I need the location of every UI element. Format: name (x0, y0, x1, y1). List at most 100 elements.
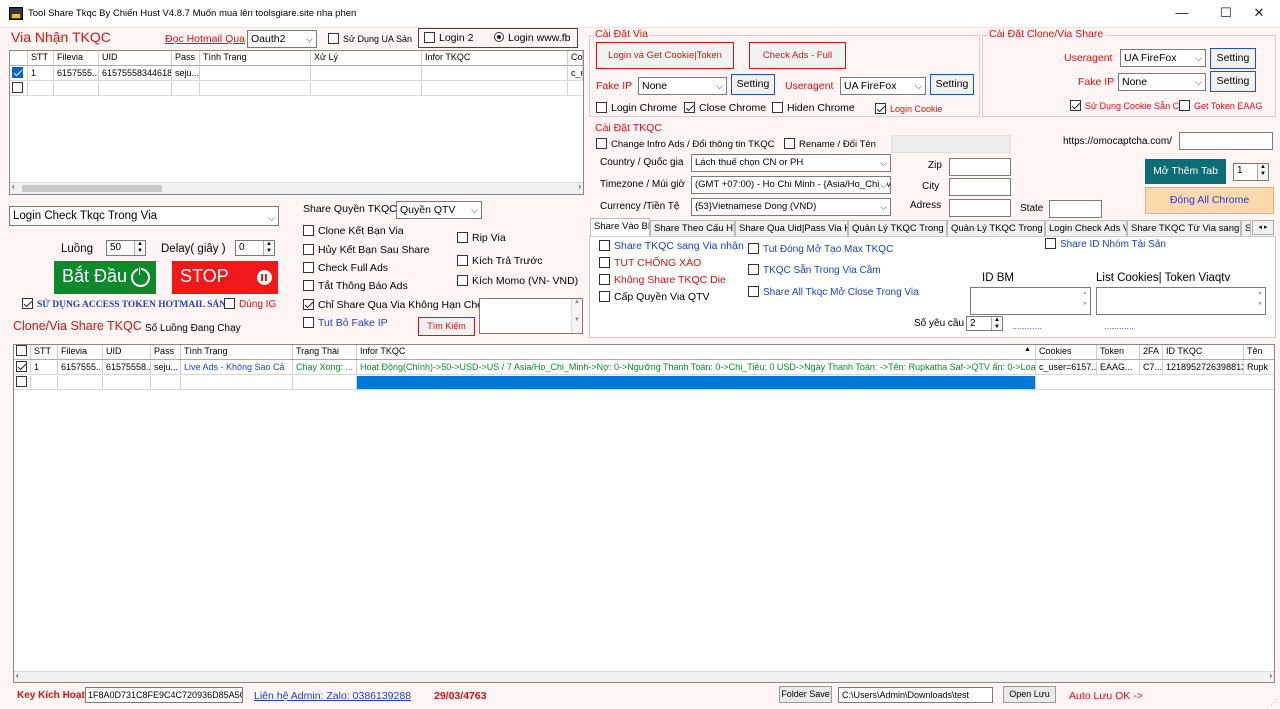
timezone-select[interactable]: (GMT +07:00) - Ho Chi Minh - {Asia/Ho_Ch… (691, 176, 891, 194)
sort-up-icon[interactable]: ▲ (1024, 346, 1031, 353)
key-input[interactable]: 1F8A0D731C8FE9C4C720936D85A5C21F (85, 687, 243, 703)
tab-share-vao-bm[interactable]: Share Vào BM (590, 218, 650, 236)
share-tkqc-via-nhan-checkbox[interactable]: Share TKQC sang Via nhận (599, 240, 744, 252)
selected-cell[interactable] (357, 376, 1036, 389)
spinner-arrows-icon[interactable]: ▲ ▼ (991, 317, 1002, 330)
rename-input[interactable] (891, 135, 1011, 153)
minimize-button[interactable]: — (1167, 4, 1197, 24)
tab-share-via-sang-via[interactable]: Share TKQC Từ Via sang Via (1127, 220, 1241, 236)
mo-them-tab-button[interactable]: Mở Thêm Tab (1145, 159, 1226, 184)
spinner-arrows-icon[interactable]: ▲ ▼ (263, 241, 274, 255)
table-row[interactable]: 1 6157555... 61575558... seju... Live Ad… (14, 361, 1274, 375)
resize-grip-icon[interactable]: ⋰ (1270, 698, 1278, 707)
tat-thong-bao-checkbox[interactable]: Tắt Thông Báo Ads (303, 280, 408, 292)
khong-share-die-checkbox[interactable]: Không Share TKQC Die (599, 274, 726, 286)
close-button[interactable]: ✕ (1244, 4, 1274, 24)
tab-more[interactable]: S (1241, 220, 1251, 236)
city-input[interactable] (949, 178, 1011, 196)
login-chrome-checkbox[interactable]: Login Chrome (596, 102, 677, 114)
login-get-cookie-button[interactable]: Login và Get Cookie|Token (596, 42, 734, 69)
scroll-left-icon[interactable]: ‹ (16, 671, 19, 680)
via-grid[interactable]: STT Filevia UID Pass Tình Trạng Xử Lý In… (9, 50, 584, 195)
su-dung-ua-checkbox[interactable]: Sử Dụng UA Sản (328, 33, 412, 44)
start-button[interactable]: Bắt Đầu (54, 261, 156, 294)
id-bm-textarea[interactable]: ▲ ▼ (970, 287, 1091, 315)
login2-checkbox[interactable]: Login 2 (424, 32, 473, 44)
table-row[interactable]: 1 6157555... 61575558344618 seju... c_us (10, 67, 583, 81)
share-all-tkqc-checkbox[interactable]: Share All Tkqc Mở Close Trong Via (748, 286, 919, 298)
checkbox-box[interactable] (16, 345, 27, 356)
currency-select[interactable]: {53}Vietnamese Dong (VND) ⌵ (691, 198, 891, 216)
check-full-ads-checkbox[interactable]: Check Full Ads (303, 262, 388, 274)
check-ads-button[interactable]: Check Ads - Full (749, 42, 846, 69)
scroll-right-icon[interactable]: › (578, 182, 581, 191)
checkbox-box[interactable] (12, 82, 23, 93)
tab-quan-ly-tkqc-via[interactable]: Quản Lý TKQC Trong Vai (848, 220, 947, 236)
clone-useragent-select[interactable]: UA FireFox ⌵ (1120, 49, 1206, 67)
luong-spinner[interactable]: 50 ▲ ▼ (106, 240, 146, 256)
tab-login-check-ads[interactable]: Login Check Ads Via (1045, 220, 1127, 236)
checkbox-box[interactable] (16, 376, 27, 387)
share-textarea[interactable]: ▲ ▼ (479, 298, 583, 334)
folder-path-input[interactable]: C:\Users\Admin\Downloads\test (838, 687, 993, 703)
omocaptcha-input[interactable] (1179, 132, 1273, 150)
access-token-checkbox[interactable]: SỬ DỤNG ACCESS TOKEN HOTMAIL SẢN (22, 298, 226, 310)
adress-input[interactable] (949, 199, 1011, 217)
su-dung-cookie-checkbox[interactable]: Sử Dụng Cookie Sẵn Có (1070, 100, 1184, 111)
kich-tra-truoc-checkbox[interactable]: Kích Trả Trước (457, 255, 543, 267)
open-luu-button[interactable]: Open Lưu (1003, 686, 1056, 703)
tab-scroll-arrows-icon[interactable]: ◂ ▸ (1252, 220, 1274, 235)
checkbox-box[interactable] (12, 67, 23, 78)
stop-button[interactable]: STOP (172, 261, 278, 294)
login-www-radio[interactable]: Login www.fb (494, 32, 570, 44)
lien-he-admin-link[interactable]: Liên hệ Admin: Zalo: 0386139288 (254, 690, 411, 702)
tut-dong-mo-checkbox[interactable]: Tut Đóng Mở Tạo Max TKQC (748, 243, 893, 255)
spinner-arrows-icon[interactable]: ▲ ▼ (134, 241, 145, 255)
fake-ip-select[interactable]: None ⌵ (638, 77, 727, 95)
clone-ua-setting-button[interactable]: Setting (1210, 48, 1256, 69)
kich-momo-checkbox[interactable]: Kích Momo (VN- VND) (457, 275, 578, 287)
list-cookies-textarea[interactable]: ▲ ▼ (1096, 287, 1266, 315)
tim-kiem-button[interactable]: Tìm Kiếm (418, 317, 475, 336)
login-cookie-checkbox[interactable]: Login Cookie (875, 103, 943, 114)
via-fake-ip-setting-button[interactable]: Setting (731, 74, 775, 95)
h-scrollbar[interactable]: ‹ › (14, 671, 1274, 682)
tab-count-spinner[interactable]: 1 ▲ ▼ (1233, 163, 1269, 181)
doc-hotmail-link[interactable]: Đọc Hotmail Qua (165, 33, 245, 45)
via-ua-setting-button[interactable]: Setting (930, 74, 974, 95)
country-select[interactable]: Lách thuế chọn CN or PH ⌵ (691, 154, 891, 172)
share-quyen-select[interactable]: Quyền QTV ⌵ (396, 201, 482, 219)
table-row[interactable] (10, 82, 583, 96)
chi-share-checkbox[interactable]: Chỉ Share Qua Via Không Hạn Chế (303, 299, 483, 311)
huy-ket-ban-checkbox[interactable]: Hủy Kết Bạn Sau Share (303, 244, 430, 256)
h-scrollbar[interactable]: ‹ › (10, 182, 583, 194)
scroll-left-icon[interactable]: ‹ (12, 182, 15, 191)
tab-quan-ly-tkqc-bm[interactable]: Quản Lý TKQC Trong BM (947, 220, 1045, 236)
so-yeu-cau-spinner[interactable]: 2 ▲ ▼ (966, 316, 1003, 331)
zip-input[interactable] (949, 158, 1011, 176)
clone-fake-ip-select[interactable]: None ⌵ (1118, 73, 1206, 91)
clone-ket-ban-checkbox[interactable]: Clone Kết Bạn Via (303, 225, 404, 237)
login-check-select[interactable]: Login Check Tkqc Trong Via ⌵ (9, 206, 279, 226)
scroll-right-icon[interactable]: › (1269, 671, 1272, 680)
result-grid[interactable]: STT Filevia UID Pass Tình Trạng Trạng Th… (13, 344, 1275, 683)
get-token-checkbox[interactable]: Get Token EAAG (1179, 100, 1262, 111)
v-scrollbar[interactable]: ▲ ▼ (1080, 288, 1090, 314)
oauth-select[interactable]: Oauth2 ⌵ (247, 30, 317, 48)
maximize-button[interactable]: ☐ (1211, 4, 1241, 24)
close-chrome-checkbox[interactable]: Close Chrome (684, 102, 766, 114)
tab-share-theo-cau-hinh[interactable]: Share Theo Cấu Hình (650, 220, 735, 236)
cap-quyen-qtv-checkbox[interactable]: Cấp Quyền Via QTV (599, 291, 710, 303)
tut-bo-fake-ip-checkbox[interactable]: Tut Bỏ Fake IP (303, 317, 388, 329)
rip-via-checkbox[interactable]: Rip Via (457, 232, 506, 244)
delay-spinner[interactable]: 0 ▲ ▼ (235, 240, 275, 256)
checkbox-box[interactable] (16, 361, 27, 372)
tab-share-qua-uid[interactable]: Share Qua Uid|Pass Via Khác (735, 220, 848, 236)
folder-save-button[interactable]: Folder Save (779, 686, 832, 703)
tut-chong-xao-checkbox[interactable]: TUT CHỐNG XÀO (599, 257, 701, 269)
clone-fake-ip-setting-button[interactable]: Setting (1210, 71, 1256, 92)
state-input[interactable] (1049, 200, 1102, 218)
table-row[interactable] (14, 376, 1274, 390)
scroll-thumb[interactable] (22, 185, 162, 192)
dung-ig-checkbox[interactable]: Dùng IG (224, 298, 276, 310)
